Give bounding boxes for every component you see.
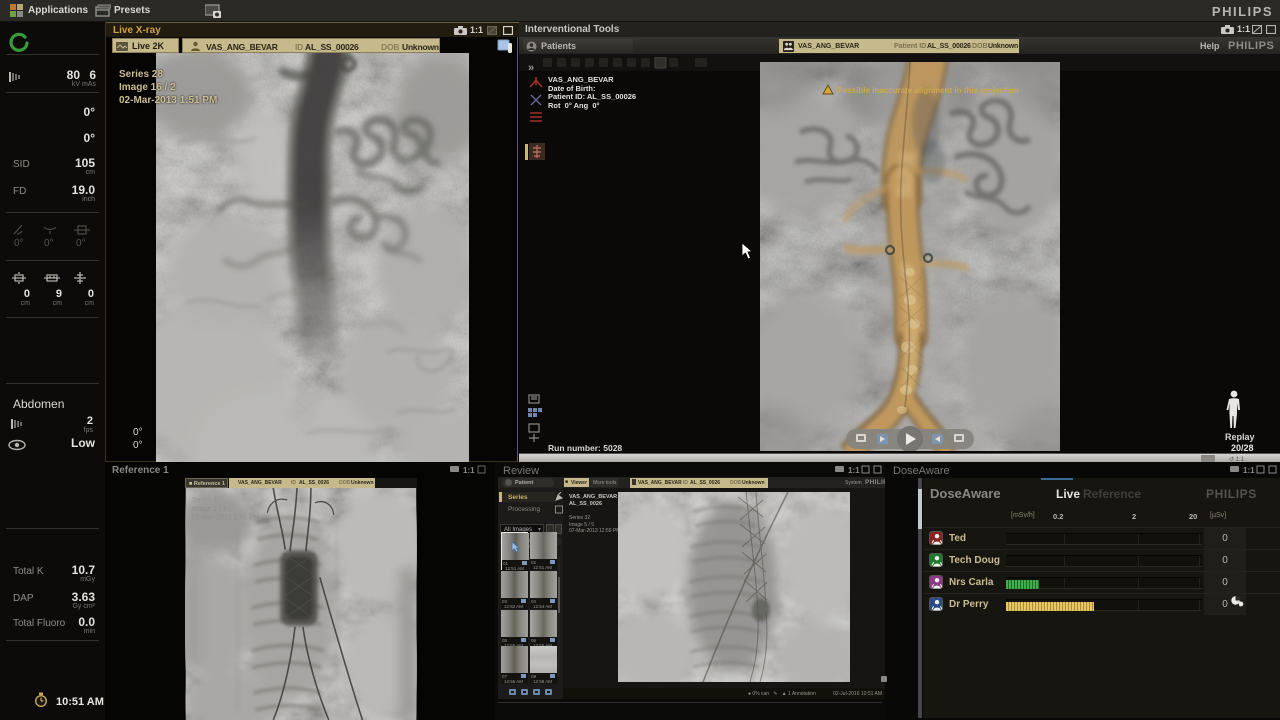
svg-text:Possible inaccurate alignment: Possible inaccurate alignment in this pr…: [837, 86, 1019, 95]
svg-text:Image 1 / 1: Image 1 / 1: [192, 506, 227, 513]
svg-text:02-Mar-2013 1:55 PM: 02-Mar-2013 1:55 PM: [192, 515, 260, 522]
svg-text:1:1: 1:1: [848, 466, 860, 475]
svg-text:1:1: 1:1: [1243, 466, 1255, 475]
svg-text:1:1: 1:1: [463, 466, 475, 475]
svg-text:Series 1: Series 1: [192, 497, 218, 504]
